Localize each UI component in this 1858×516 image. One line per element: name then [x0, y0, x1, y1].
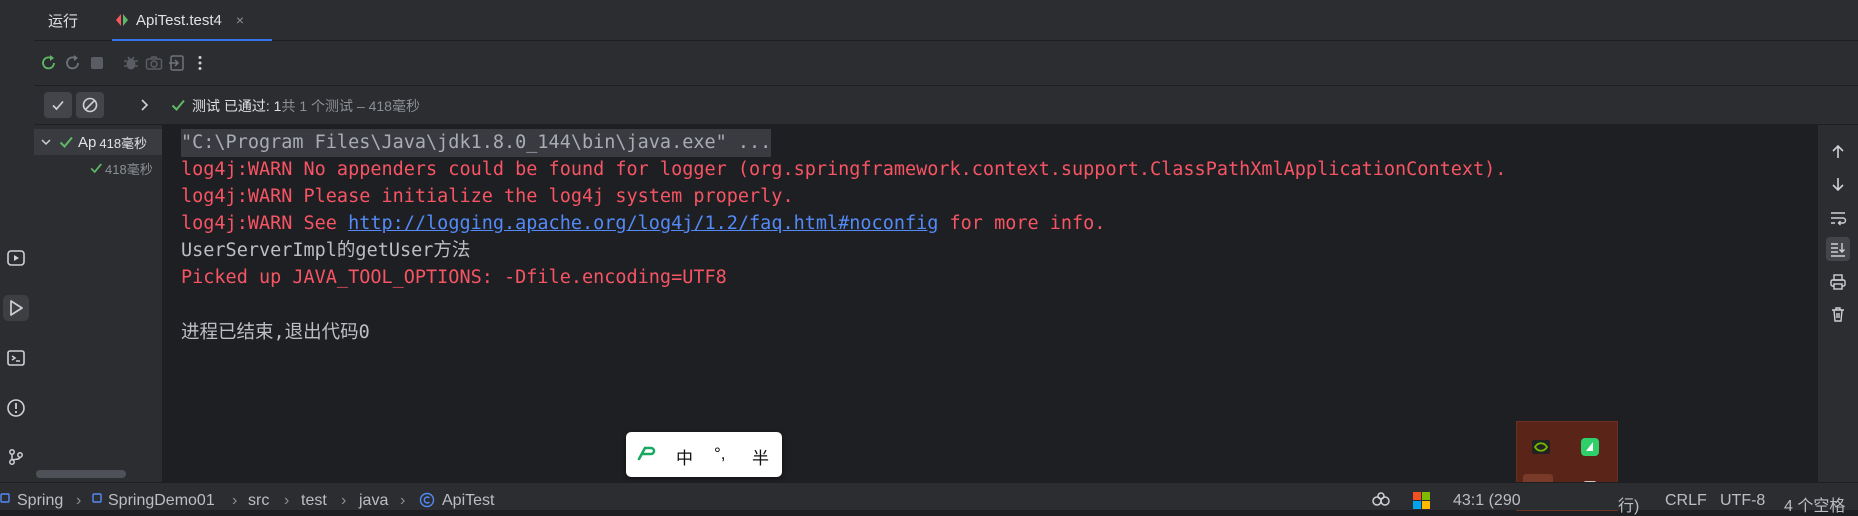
status-bar: Spring › SpringDemo01 › src › test › jav… [0, 482, 1858, 515]
warn-suffix: for more info. [938, 213, 1106, 234]
expand-chevron-icon[interactable] [137, 98, 151, 112]
left-tool-strip [0, 0, 35, 482]
test-config-icon [114, 12, 130, 28]
windows-logo-icon[interactable] [1413, 492, 1430, 509]
problems-icon[interactable] [3, 395, 29, 421]
rerun-icon[interactable] [37, 51, 61, 75]
test-status-row: 测试 已通过: 1共 1 个测试 – 418毫秒 [34, 86, 1858, 125]
tree-horizontal-scrollbar[interactable] [36, 470, 126, 478]
breadcrumb-separator-icon: › [400, 492, 406, 509]
ime-width-label[interactable]: 半 [752, 444, 769, 469]
scroll-to-end-icon[interactable] [1826, 237, 1850, 261]
tab-close-icon[interactable]: × [236, 12, 244, 28]
caret-position[interactable]: 43:1 (290 [1453, 492, 1521, 510]
caret-position-tail: 行) [1618, 498, 1640, 515]
warn-prefix: log4j:WARN See [181, 213, 349, 234]
test-result-summary: 测试 已通过: 1共 1 个测试 – 418毫秒 [192, 96, 420, 116]
pass-check-icon [170, 97, 186, 113]
exit-icon[interactable] [165, 51, 189, 75]
check-icon [52, 100, 64, 111]
breadcrumb-separator-icon: › [341, 492, 347, 509]
ime-status-popup[interactable]: 中 °, 半 [626, 432, 782, 477]
pass-check-icon [89, 161, 103, 175]
ime-punct-label[interactable]: °, [714, 444, 726, 464]
breadcrumb-test[interactable]: test [301, 492, 327, 510]
tree-root-item[interactable]: Ap 418毫秒 [34, 129, 162, 155]
camera-icon[interactable] [142, 51, 166, 75]
module-icon [92, 492, 102, 504]
project-module-icon [0, 492, 10, 504]
breadcrumb-java[interactable]: java [359, 492, 388, 510]
file-encoding[interactable]: UTF-8 [1720, 492, 1765, 510]
ignored-icon [82, 97, 98, 113]
class-icon [419, 492, 435, 508]
tree-root-label: Ap [78, 133, 97, 151]
ai-assistant-icon[interactable] [1372, 492, 1390, 508]
run-panel-title: 运行 [48, 13, 79, 30]
trash-icon[interactable] [1826, 302, 1850, 326]
terminal-icon[interactable] [3, 345, 29, 371]
run-tab-bar: 运行 ApiTest.test4 × [34, 0, 1858, 41]
test-tree: Ap 418毫秒 418毫秒 [34, 125, 163, 482]
log4j-faq-link[interactable]: http://logging.apache.org/log4j/1.2/faq.… [348, 213, 938, 234]
tab-apitest-test4[interactable]: ApiTest.test4 × [114, 0, 258, 40]
test-count-duration: 共 1 个测试 – 418毫秒 [281, 98, 420, 114]
test-passed-label: 测试 已通过: 1 [192, 98, 282, 114]
show-ignored-toggle[interactable] [76, 92, 104, 118]
ime-mode-label[interactable]: 中 [676, 444, 693, 469]
breadcrumb-separator-icon: › [76, 492, 82, 509]
breadcrumb-project[interactable]: Spring [17, 492, 63, 510]
console-warn-line: log4j:WARN Please initialize the log4j s… [181, 186, 794, 207]
arrow-down-icon[interactable] [1826, 172, 1850, 196]
breadcrumb-separator-icon: › [284, 492, 290, 509]
print-icon[interactable] [1826, 270, 1850, 294]
breadcrumb-class[interactable]: ApiTest [442, 492, 494, 510]
breadcrumb-src[interactable]: src [248, 492, 269, 510]
console-command-line[interactable]: "C:\Program Files\Java\jdk1.8.0_144\bin\… [181, 129, 772, 157]
debug-icon[interactable] [119, 51, 143, 75]
rerun-failed-icon[interactable] [61, 51, 85, 75]
more-icon[interactable] [188, 51, 212, 75]
tab-label: ApiTest.test4 [136, 11, 222, 29]
ime-logo-icon [636, 444, 658, 464]
line-separator[interactable]: CRLF [1665, 492, 1707, 510]
console-side-toolbar [1818, 125, 1858, 482]
console-warn-line: log4j:WARN See http://logging.apache.org… [181, 210, 1105, 238]
console-stderr-line: Picked up JAVA_TOOL_OPTIONS: -Dfile.enco… [181, 267, 727, 288]
console-warn-line: log4j:WARN No appenders could be found f… [181, 159, 1507, 180]
green-app-icon[interactable] [1575, 432, 1605, 462]
breadcrumb-module[interactable]: SpringDemo01 [108, 492, 215, 510]
services-icon[interactable] [3, 245, 29, 271]
breadcrumb-separator-icon: › [232, 492, 238, 509]
console-exit-line: 进程已结束,退出代码0 [181, 322, 370, 343]
run-tool-icon[interactable] [3, 295, 29, 321]
stop-icon[interactable] [85, 51, 109, 75]
nvidia-icon[interactable] [1526, 432, 1556, 462]
soft-wrap-icon[interactable] [1826, 206, 1850, 230]
arrow-up-icon[interactable] [1826, 140, 1850, 164]
collapse-chevron-icon[interactable] [40, 136, 52, 148]
tree-child-time: 418毫秒 [105, 161, 153, 177]
tree-root-time: 418毫秒 [99, 135, 148, 151]
show-passed-toggle[interactable] [44, 92, 72, 118]
pass-check-icon [58, 134, 74, 150]
git-icon[interactable] [3, 444, 29, 470]
run-toolbar [34, 41, 1858, 85]
console-output-line: UserServerImpl的getUser方法 [181, 240, 471, 261]
tree-child-item[interactable]: 418毫秒 [34, 155, 162, 181]
indent-setting[interactable]: 4 个空格 [1784, 492, 1845, 516]
